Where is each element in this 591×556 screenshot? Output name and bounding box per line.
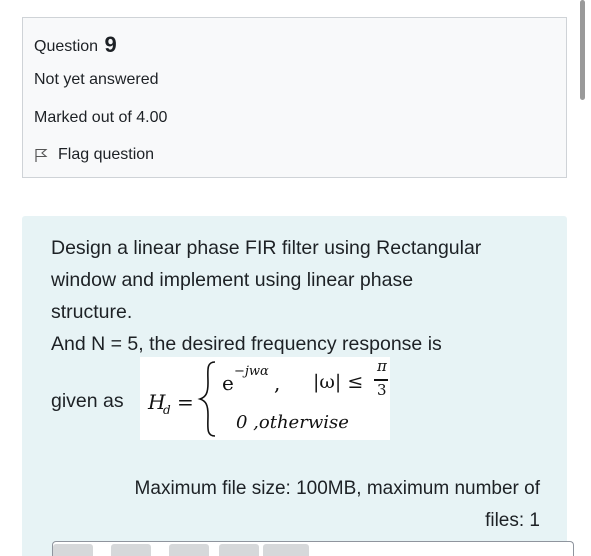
formula-equals: =	[177, 390, 194, 414]
question-label: Question	[34, 38, 99, 55]
formula-three: 3	[377, 381, 387, 399]
curly-brace-icon	[197, 361, 216, 437]
view-list-button[interactable]	[219, 544, 259, 556]
upload-limits-line: Maximum file size: 100MB, maximum number…	[134, 478, 540, 499]
flag-question-label: Flag question	[58, 146, 155, 163]
question-title: Question 9	[34, 32, 117, 58]
question-info-panel: Question 9 Not yet answered Marked out o…	[22, 17, 567, 178]
given-as-text: given as	[51, 390, 124, 412]
question-text-line: window and implement using linear phase	[51, 269, 414, 291]
formula-case1-comma: ,	[274, 371, 281, 395]
question-number: 9	[104, 32, 117, 57]
formula-case1-exponent: −jwα	[234, 364, 269, 379]
question-state: Not yet answered	[34, 71, 159, 88]
question-text-line: Design a linear phase FIR filter using R…	[51, 237, 482, 259]
file-manager-toolbar	[52, 541, 574, 556]
download-button[interactable]	[111, 544, 151, 556]
upload-limits-text: Maximum file size: 100MB, maximum number…	[70, 473, 540, 537]
flag-icon	[35, 148, 48, 162]
question-content: Design a linear phase FIR filter using R…	[22, 216, 574, 556]
formula-case2: 0 ,otherwise	[236, 412, 349, 433]
frequency-response-formula: H d = e −jwα , |ω| ≤ π 3 0 ,otherwise	[140, 357, 390, 440]
question-text-line: And N = 5, the desired frequency respons…	[51, 333, 442, 355]
view-grid-button[interactable]	[169, 544, 209, 556]
flag-question-link[interactable]: Flag question	[34, 146, 154, 164]
question-text-line: structure.	[51, 301, 133, 323]
upload-limits-line: files: 1	[485, 510, 540, 531]
formula-pi: π	[377, 357, 387, 375]
formula-case1-value: e	[222, 371, 234, 395]
quiz-page: Question 9 Not yet answered Marked out o…	[0, 0, 591, 556]
question-text: Design a linear phase FIR filter using R…	[51, 232, 541, 360]
formula-case1-condition: |ω| ≤	[313, 371, 364, 393]
formula-lhs-subscript: d	[163, 403, 171, 417]
scrollbar[interactable]	[580, 0, 585, 100]
question-grade: Marked out of 4.00	[34, 109, 168, 126]
add-file-button[interactable]	[53, 544, 93, 556]
view-tree-button[interactable]	[263, 544, 309, 556]
